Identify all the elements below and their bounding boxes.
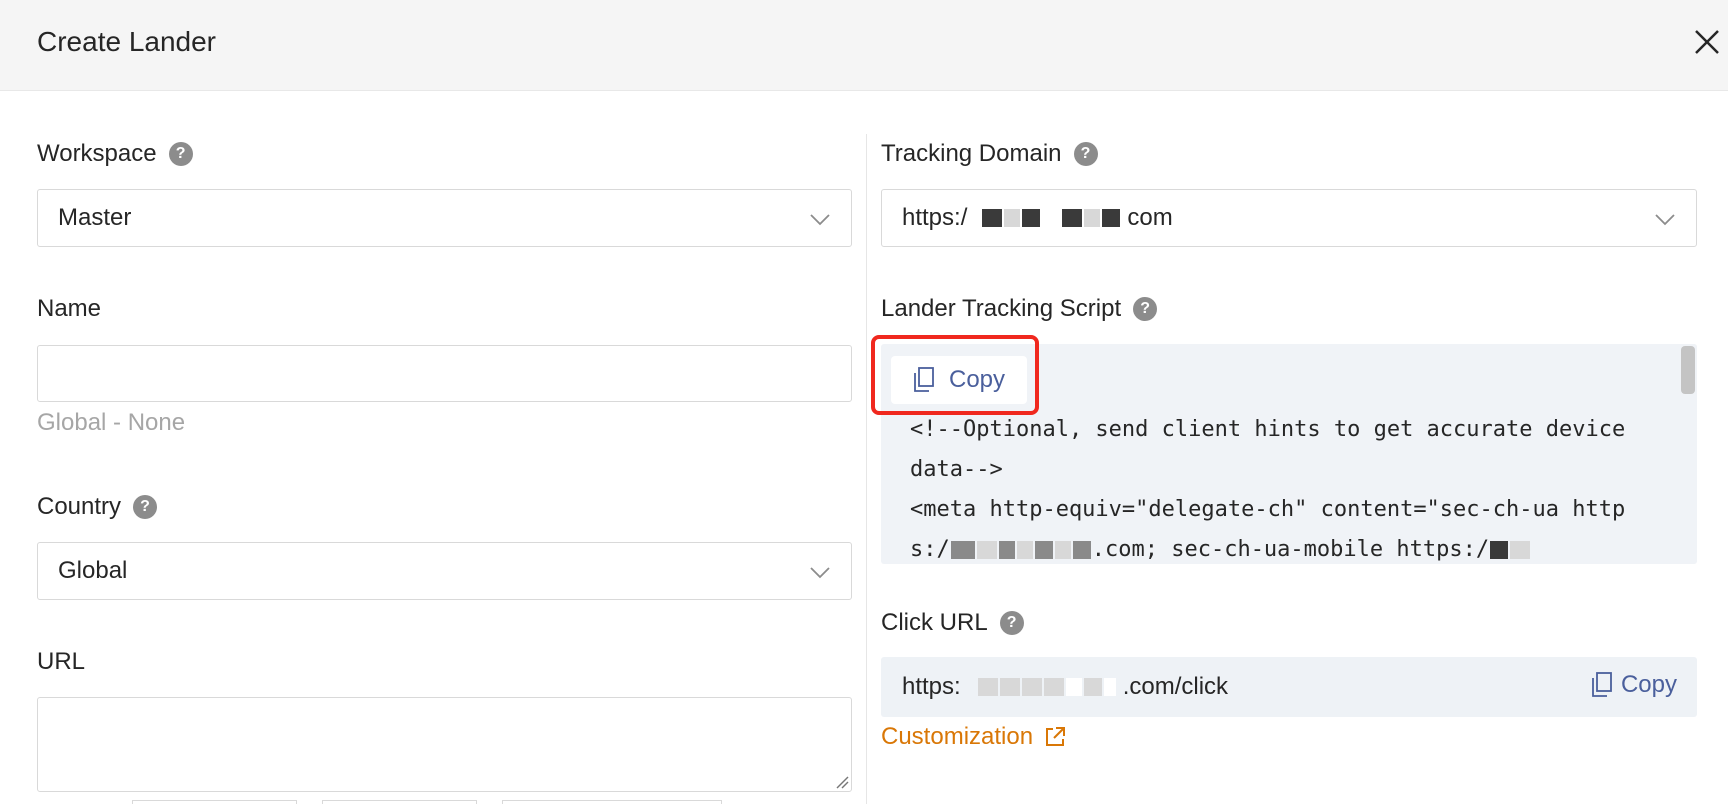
name-input[interactable] bbox=[37, 345, 852, 402]
name-label-text: Name bbox=[37, 295, 102, 322]
external-link-icon bbox=[1046, 727, 1066, 746]
click-url-prefix: https: bbox=[902, 673, 961, 700]
workspace-label-text: Workspace bbox=[37, 140, 157, 167]
copy-button-highlight bbox=[871, 335, 1039, 415]
script-scrollbar-thumb[interactable] bbox=[1681, 346, 1695, 394]
script-line-2a: <meta http-equiv="delegate-ch" content="… bbox=[910, 497, 1612, 522]
workspace-label: Workspace ? bbox=[37, 139, 193, 169]
chevron-down-icon bbox=[810, 214, 830, 226]
tracking-domain-label-text: Tracking Domain bbox=[881, 140, 1062, 167]
help-icon[interactable]: ? bbox=[1073, 142, 1098, 166]
help-icon[interactable]: ? bbox=[133, 495, 158, 519]
customization-link[interactable]: Customization bbox=[881, 723, 1067, 751]
help-icon[interactable]: ? bbox=[168, 142, 193, 166]
tracking-script-label: Lander Tracking Script ? bbox=[881, 294, 1158, 324]
country-select[interactable]: Global bbox=[37, 542, 852, 600]
redacted-text bbox=[1489, 537, 1531, 562]
copy-icon bbox=[1592, 672, 1612, 697]
workspace-value: Master bbox=[58, 204, 132, 231]
script-scrollbar[interactable] bbox=[1680, 344, 1697, 564]
click-url-field: https: .com/click Copy bbox=[881, 657, 1697, 717]
tracking-domain-suffix: com bbox=[1127, 204, 1173, 231]
close-icon[interactable] bbox=[1688, 26, 1728, 60]
partial-button[interactable] bbox=[322, 800, 477, 804]
redacted-text bbox=[950, 537, 1092, 562]
workspace-select[interactable]: Master bbox=[37, 189, 852, 247]
url-textarea[interactable] bbox=[37, 697, 852, 792]
resize-grip-icon[interactable] bbox=[835, 775, 849, 789]
left-column: Workspace ? Master Name Global - None Co… bbox=[37, 91, 852, 804]
help-icon[interactable]: ? bbox=[1133, 297, 1158, 321]
partial-button[interactable] bbox=[502, 800, 722, 804]
modal-title: Create Lander bbox=[37, 26, 217, 57]
tracking-script-code: <!--Optional, send client hints to get a… bbox=[910, 410, 1650, 564]
redacted-text bbox=[981, 209, 1121, 227]
help-icon[interactable]: ? bbox=[999, 611, 1024, 635]
tracking-domain-select[interactable]: https:/ com bbox=[881, 189, 1697, 247]
chevron-down-icon bbox=[810, 567, 830, 579]
click-url-label-text: Click URL bbox=[881, 609, 988, 636]
column-divider bbox=[866, 134, 867, 804]
url-label: URL bbox=[37, 647, 85, 677]
script-line-1: <!--Optional, send client hints to get a… bbox=[910, 417, 1639, 482]
tracking-domain-label: Tracking Domain ? bbox=[881, 139, 1098, 169]
country-label: Country ? bbox=[37, 492, 158, 522]
right-column: Tracking Domain ? https:/ com Lander Tra… bbox=[881, 91, 1697, 804]
name-hint: Global - None bbox=[37, 409, 186, 436]
script-line-2c: .com; sec-ch-ua-mobile https:/ bbox=[1091, 537, 1490, 562]
copy-click-url-label: Copy bbox=[1620, 671, 1677, 698]
country-label-text: Country bbox=[37, 493, 122, 520]
customization-label: Customization bbox=[881, 723, 1034, 750]
partial-button[interactable] bbox=[132, 800, 297, 804]
redacted-text bbox=[977, 678, 1117, 696]
modal-header: Create Lander bbox=[0, 0, 1728, 91]
tracking-script-label-text: Lander Tracking Script bbox=[881, 295, 1122, 322]
copy-click-url-button[interactable]: Copy bbox=[1591, 671, 1677, 699]
create-lander-modal: Create Lander Workspace ? Master Name Gl… bbox=[0, 0, 1728, 804]
tracking-domain-prefix: https:/ bbox=[902, 204, 968, 231]
url-label-text: URL bbox=[37, 648, 86, 675]
name-label: Name bbox=[37, 294, 101, 324]
click-url-label: Click URL ? bbox=[881, 608, 1024, 638]
country-value: Global bbox=[58, 557, 128, 584]
chevron-down-icon bbox=[1655, 214, 1675, 226]
click-url-suffix: .com/click bbox=[1122, 673, 1229, 700]
